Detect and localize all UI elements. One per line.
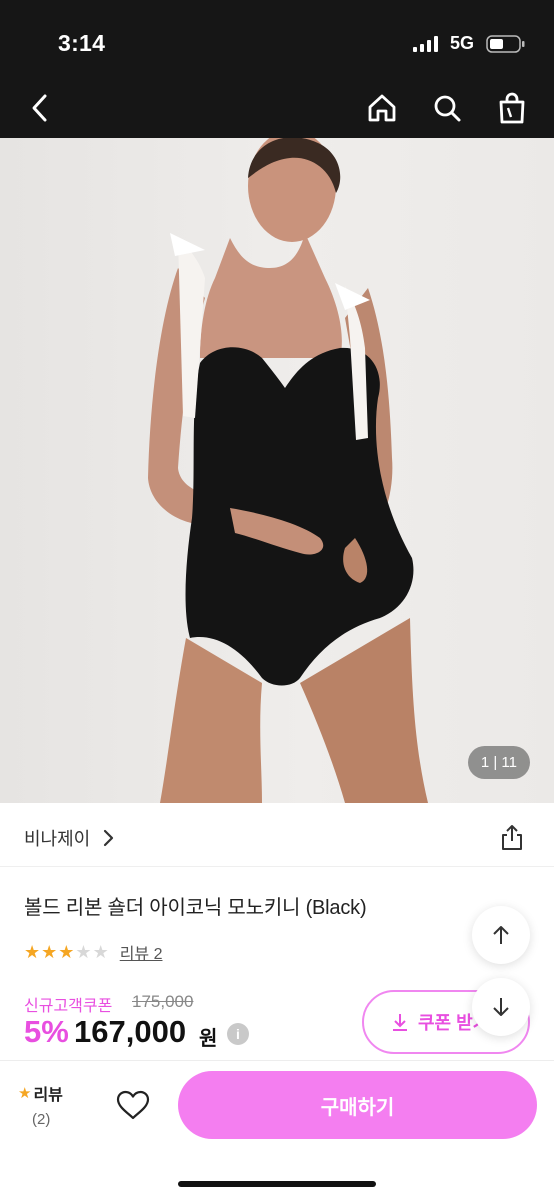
review-link[interactable]: 리뷰 2 [120,940,163,964]
bottom-action-bar: ★ 리뷰 (2) 구매하기 [0,1060,554,1200]
back-icon [32,94,47,122]
network-type: 5G [450,33,475,53]
product-photo [148,138,428,803]
star-filled-icon: ★ [41,942,58,962]
heart-icon [116,1090,150,1120]
original-price: 175,000 [132,992,194,1011]
star-empty-icon: ★ [75,942,92,962]
share-icon[interactable] [498,823,526,851]
arrow-up-icon [493,926,509,944]
review-summary-label: 리뷰 [33,1087,63,1104]
review-summary[interactable]: ★ 리뷰 (2) [18,1081,78,1128]
scroll-bottom-button[interactable] [472,978,530,1036]
product-image-gallery[interactable]: 1 | 11 [0,138,554,803]
currency-unit: 원 [199,1028,218,1050]
info-icon[interactable]: i [227,1023,249,1045]
star-filled-icon: ★ [58,942,75,962]
review-summary-count: (2) [32,1111,51,1128]
chevron-right-icon [104,829,114,847]
coupon-label: 신규고객쿠폰 [24,998,113,1015]
scroll-top-button[interactable] [472,906,530,964]
product-title: 볼드 리본 숄더 아이코닉 모노키니 (Black) [24,897,367,919]
arrow-down-icon [493,998,509,1016]
back-button[interactable] [22,90,58,126]
signal-icon [413,36,438,52]
shopping-bag-icon [499,92,525,124]
brand-row: 비나제이 [0,803,554,867]
wishlist-button[interactable] [113,1085,153,1125]
home-indicator [178,1181,376,1187]
brand-name: 비나제이 [24,829,91,849]
star-empty-icon: ★ [92,942,109,962]
discount-percent: 5% [24,1014,69,1049]
star-icon: ★ [18,1085,32,1102]
status-bar: 3:14 5G [0,0,554,80]
sale-price: 167,000 [74,1014,187,1049]
star-rating: ★ ★ ★ ★ ★ [24,942,110,962]
battery-icon [486,35,525,53]
review-summary-label-row: ★ 리뷰 [18,1081,78,1105]
star-filled-icon: ★ [24,942,41,962]
nav-bar [0,80,554,138]
cart-button[interactable] [494,90,530,126]
search-button[interactable] [429,90,465,126]
brand-link[interactable]: 비나제이 [24,825,114,851]
search-icon [434,95,461,122]
home-icon [368,94,396,122]
buy-button[interactable]: 구매하기 [178,1071,537,1139]
image-counter: 1 | 11 [467,746,530,779]
status-time: 3:14 [58,30,106,56]
rating-row: ★ ★ ★ ★ ★ 리뷰 2 [24,940,163,964]
download-icon [393,1014,407,1031]
home-button[interactable] [364,90,400,126]
